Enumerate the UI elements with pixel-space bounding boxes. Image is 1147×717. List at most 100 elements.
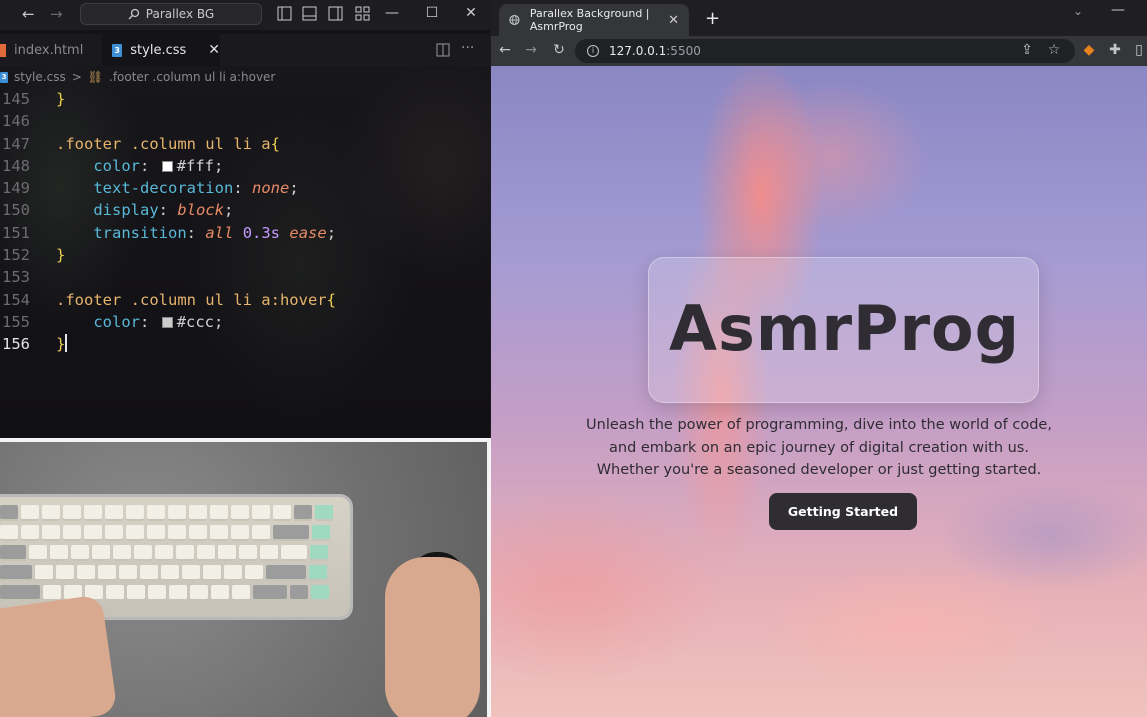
breadcrumb-file[interactable]: style.css bbox=[14, 70, 66, 84]
css-file-icon: 3 bbox=[112, 43, 123, 57]
side-panel-icon[interactable]: ▯ bbox=[1131, 42, 1147, 58]
css-value: block bbox=[177, 201, 225, 220]
colon: : bbox=[158, 201, 168, 220]
address-bar[interactable]: i 127.0.0.1:5500 bbox=[575, 39, 1075, 63]
css-property: text-decoration bbox=[93, 179, 234, 198]
opening-brace: { bbox=[270, 134, 280, 153]
forward-arrow-icon[interactable]: → bbox=[50, 5, 63, 23]
breadcrumb-separator: > bbox=[71, 70, 82, 84]
code-editor-window: ← → Parallex BG — ☐ ✕ index.html 3 style… bbox=[0, 0, 490, 438]
css-value: #ccc bbox=[176, 312, 215, 331]
line-number: 156 bbox=[2, 335, 30, 354]
editor-tabs: index.html 3 style.css ✕ ··· bbox=[0, 34, 490, 66]
browser-tab-strip: Parallex Background | AsmrProg ✕ + ⌄ — bbox=[491, 0, 1147, 36]
css-value: #fff bbox=[176, 156, 215, 175]
search-label: Parallex BG bbox=[145, 7, 215, 21]
css-property: display bbox=[93, 201, 159, 220]
closing-brace: } bbox=[56, 335, 66, 354]
selector-icon: ⛓ bbox=[87, 70, 103, 84]
toggle-panel-icon[interactable] bbox=[302, 6, 317, 21]
back-arrow-icon[interactable]: ← bbox=[497, 42, 513, 58]
css-selector: .footer .column ul li a bbox=[56, 134, 271, 153]
opening-brace: { bbox=[326, 290, 336, 309]
closing-brace: } bbox=[56, 246, 66, 265]
colon: : bbox=[186, 223, 196, 242]
tab-index-html[interactable]: index.html bbox=[0, 34, 100, 66]
css-property: transition bbox=[93, 223, 187, 242]
browser-window: Parallex Background | AsmrProg ✕ + ⌄ — ←… bbox=[491, 0, 1147, 717]
browser-toolbar: ← → ↻ i 127.0.0.1:5500 ⇪ ☆ ◆ ✚ ▯ bbox=[491, 36, 1147, 66]
url-port: :5500 bbox=[666, 44, 701, 58]
css-selector: .footer .column ul li a:hover bbox=[56, 290, 327, 309]
new-tab-icon[interactable]: + bbox=[705, 8, 720, 29]
site-info-icon[interactable]: i bbox=[587, 45, 599, 57]
css-property: color bbox=[93, 156, 140, 175]
metamask-extension-icon[interactable]: ◆ bbox=[1081, 42, 1097, 58]
browser-tab-active[interactable]: Parallex Background | AsmrProg ✕ bbox=[499, 4, 689, 36]
tagline-line: Unleash the power of programming, dive i… bbox=[586, 417, 1052, 433]
semicolon: ; bbox=[326, 223, 337, 242]
command-center-search[interactable]: Parallex BG bbox=[80, 3, 262, 25]
minimize-button[interactable]: — bbox=[384, 4, 400, 22]
customize-layout-icon[interactable] bbox=[355, 6, 370, 21]
line-number: 155 bbox=[2, 312, 30, 331]
css-value: none bbox=[252, 179, 290, 198]
semicolon: ; bbox=[214, 312, 224, 331]
more-actions-icon[interactable]: ··· bbox=[461, 40, 474, 56]
forward-arrow-icon[interactable]: → bbox=[523, 42, 539, 58]
tab-title: Parallex Background | AsmrProg bbox=[529, 7, 650, 33]
close-tab-icon[interactable]: ✕ bbox=[208, 42, 220, 58]
colon: : bbox=[233, 179, 243, 198]
html-file-icon bbox=[0, 43, 6, 57]
globe-icon bbox=[509, 14, 520, 26]
hero-tagline: Unleash the power of programming, dive i… bbox=[569, 414, 1069, 482]
breadcrumb-selector[interactable]: .footer .column ul li a:hover bbox=[109, 70, 275, 84]
semicolon: ; bbox=[214, 156, 224, 175]
colon: : bbox=[140, 312, 150, 331]
line-number: 146 bbox=[2, 112, 30, 131]
line-number: 150 bbox=[2, 201, 30, 220]
toggle-sidebar-icon[interactable] bbox=[277, 6, 292, 21]
colon: : bbox=[140, 156, 150, 175]
tab-label: style.css bbox=[130, 42, 187, 58]
left-hand bbox=[0, 594, 118, 717]
css-property: color bbox=[93, 312, 140, 331]
hero-glass-card: AsmrProg bbox=[648, 257, 1039, 403]
tagline-line: Whether you're a seasoned developer or j… bbox=[596, 462, 1042, 478]
web-page-viewport: AsmrProg Unleash the power of programmin… bbox=[491, 66, 1147, 717]
back-arrow-icon[interactable]: ← bbox=[22, 5, 35, 23]
split-editor-icon[interactable] bbox=[436, 43, 450, 57]
line-number: 148 bbox=[2, 156, 30, 175]
color-swatch[interactable] bbox=[161, 160, 173, 172]
hero-title: AsmrProg bbox=[668, 292, 1021, 365]
color-swatch[interactable] bbox=[161, 316, 173, 328]
line-number: 152 bbox=[2, 246, 30, 265]
bookmark-star-icon[interactable]: ☆ bbox=[1046, 42, 1062, 58]
toggle-secondary-sidebar-icon[interactable] bbox=[328, 6, 343, 21]
extensions-puzzle-icon[interactable]: ✚ bbox=[1107, 42, 1123, 58]
url-host: 127.0.0.1 bbox=[609, 44, 667, 58]
breadcrumb: 3 style.css > ⛓ .footer .column ul li a:… bbox=[0, 68, 275, 86]
line-number: 149 bbox=[2, 179, 30, 198]
line-number: 147 bbox=[2, 134, 30, 153]
css-file-icon: 3 bbox=[0, 71, 8, 83]
search-icon bbox=[128, 8, 139, 20]
keyboard-video-overlay bbox=[0, 442, 487, 717]
minimize-button[interactable]: — bbox=[1111, 2, 1125, 18]
css-value: 0.3s bbox=[242, 223, 281, 242]
mechanical-keyboard-image bbox=[0, 497, 350, 617]
chevron-down-icon[interactable]: ⌄ bbox=[1073, 4, 1083, 18]
line-number: 154 bbox=[2, 290, 30, 309]
line-number: 151 bbox=[2, 223, 30, 242]
tab-style-css[interactable]: 3 style.css ✕ bbox=[102, 34, 220, 66]
maximize-button[interactable]: ☐ bbox=[424, 4, 440, 22]
line-number: 145 bbox=[2, 90, 30, 108]
close-window-button[interactable]: ✕ bbox=[463, 4, 479, 22]
share-icon[interactable]: ⇪ bbox=[1019, 42, 1035, 58]
css-value: ease bbox=[289, 223, 327, 242]
tagline-line: and embark on an epic journey of digital… bbox=[609, 439, 1029, 456]
tab-label: index.html bbox=[14, 42, 84, 58]
reload-icon[interactable]: ↻ bbox=[551, 42, 567, 58]
getting-started-button[interactable]: Getting Started bbox=[769, 493, 917, 530]
close-tab-icon[interactable]: ✕ bbox=[668, 13, 679, 28]
